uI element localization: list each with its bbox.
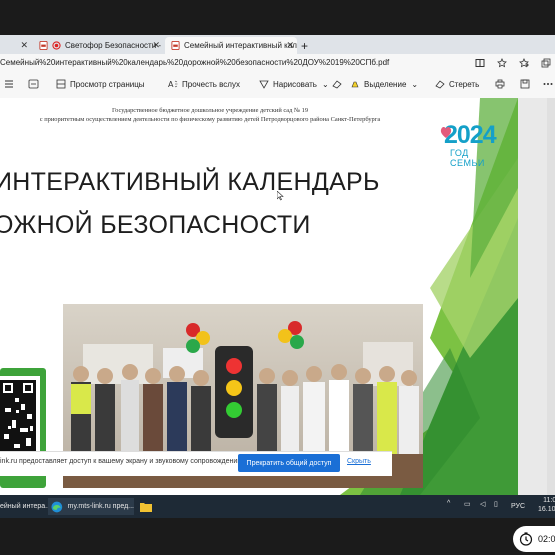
pdf-toolbar: Просмотр страницы A Прочесть вслух Нарис… [0,73,555,99]
heart-icon [440,127,452,138]
more-icon [543,83,553,85]
print-button[interactable] [495,79,509,89]
tab-label: Семейный интерактивный кал [184,41,297,50]
title-line-1: ИНТЕРАКТИВНЫЙ КАЛЕНДАРЬ [0,168,380,196]
mouse-cursor-icon [277,191,284,201]
folder-icon [140,503,152,512]
institution-header: Государственное бюджетное дошкольное учр… [0,107,420,124]
page-view-button[interactable]: Просмотр страницы [56,79,145,89]
address-bar[interactable]: Семейный%20интерактивный%20календарь%20д… [0,54,555,74]
svg-text:A: A [168,80,174,89]
header-line-1: Государственное бюджетное дошкольное учр… [111,107,309,114]
collections-icon[interactable] [541,58,551,68]
logo-year: 2024 [444,121,497,149]
volume-icon[interactable]: ◁ [480,500,485,508]
favorites-icon[interactable] [519,58,529,68]
battery-icon[interactable]: ▯ [494,500,498,508]
tab-label: Светофор Безопасности - [65,41,162,50]
share-message: ink.ru предоставляет доступ к вашему экр… [0,458,245,465]
pdf-viewer[interactable]: Государственное бюджетное дошкольное учр… [0,98,555,495]
eraser-small-button[interactable] [332,79,346,89]
menu-icon [5,80,13,88]
close-icon[interactable]: ✕ [286,40,294,51]
chevron-up-icon[interactable]: ^ [447,500,450,507]
tab-calendar[interactable]: Семейный интерактивный кал ✕ [165,37,297,54]
hide-link[interactable]: Скрыть [347,458,371,465]
taskbar-item-label: ейный интера... [0,503,51,510]
more-button[interactable] [543,79,555,89]
star-icon[interactable] [497,58,507,68]
page-view-icon [56,79,66,89]
taskbar-item-pdf[interactable]: ейный интера... [0,498,51,515]
tab-bar: ✕ Светофор Безопасности - ✕ Семейный инт… [0,35,555,54]
pdf-page: Государственное бюджетное дошкольное учр… [0,98,518,495]
highlight-label: Выделение [364,79,407,89]
logo-text: ГОД СЕМЬИ [450,148,485,168]
pdf-icon [171,41,180,50]
taskbar-item-explorer[interactable] [140,498,156,515]
page-view-label: Просмотр страницы [70,79,145,89]
timer-icon [519,532,533,546]
clock-time: 11:02 [543,497,555,504]
draw-button[interactable]: Нарисовать ⌄ [259,79,329,89]
chevron-down-icon[interactable]: ⌄ [322,80,329,89]
stop-sharing-button[interactable]: Прекратить общий доступ [238,454,340,472]
pdf-icon [39,41,48,50]
tab-partial[interactable]: ✕ [0,37,31,54]
highlight-button[interactable]: Выделение ⌄ [350,79,418,89]
close-icon[interactable]: ✕ [152,40,160,51]
screen-share-bar: ink.ru предоставляет доступ к вашему экр… [0,451,392,476]
taskbar: ейный интера... my.mts-link.ru пред... ^… [0,495,555,518]
erase-button[interactable]: Стереть [435,79,479,89]
fit-page-button[interactable] [28,79,43,89]
chevron-down-icon[interactable]: ⌄ [411,80,418,89]
title-line-2: ОЖНОЙ БЕЗОПАСНОСТИ [0,211,311,239]
eraser-icon [332,80,342,89]
language-indicator[interactable]: РУС [511,503,525,510]
toc-button[interactable] [4,79,18,89]
tab-svetofor[interactable]: Светофор Безопасности - ✕ [33,37,163,54]
highlighter-icon [351,81,359,88]
taskbar-item-browser[interactable]: my.mts-link.ru пред... [48,498,134,515]
year-of-family-logo: 2024 ГОД СЕМЬИ [440,121,504,168]
browser-window: ✕ Светофор Безопасности - ✕ Семейный инт… [0,35,555,495]
url-text: Семейный%20интерактивный%20календарь%20д… [0,58,390,67]
read-aloud-button[interactable]: A Прочесть вслух [168,79,240,90]
scrollbar[interactable] [547,98,555,495]
read-aloud-label: Прочесть вслух [182,79,240,89]
new-tab-button[interactable]: + [301,37,317,54]
save-button[interactable] [520,79,534,89]
timer-text: 02:0 [538,534,555,544]
print-icon [495,79,505,89]
record-icon [52,41,61,50]
system-clock[interactable]: 11:02 16.10.20 [538,496,555,514]
draw-icon [259,80,269,89]
taskbar-item-label: my.mts-link.ru пред... [67,503,134,510]
fit-page-icon [28,79,39,89]
close-icon[interactable]: ✕ [20,40,28,51]
network-icon[interactable]: ▭ [464,500,471,508]
save-icon [520,79,530,89]
recording-timer[interactable]: 02:0 [513,526,555,552]
edge-icon [51,501,63,512]
read-mode-icon[interactable] [475,58,485,68]
header-line-2: с приоритетным осуществлением деятельнос… [39,115,381,123]
draw-label: Нарисовать [273,79,317,89]
eraser-icon [435,80,445,89]
clock-date: 16.10.20 [538,506,555,513]
erase-label: Стереть [449,79,480,89]
read-aloud-icon: A [168,80,178,89]
